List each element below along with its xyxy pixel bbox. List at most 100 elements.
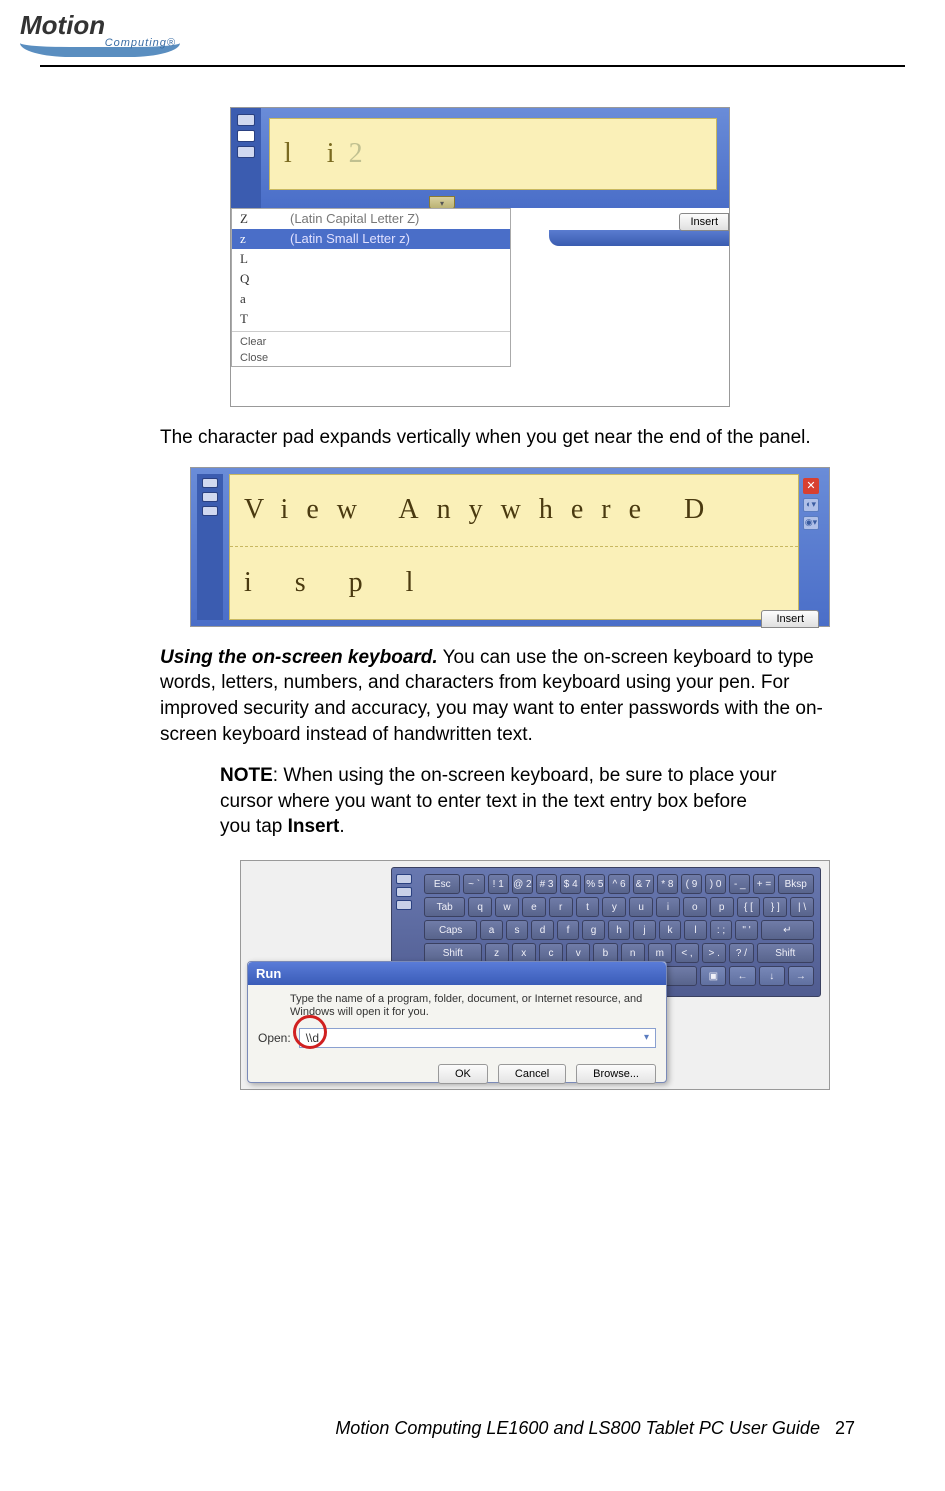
key[interactable]: - _ bbox=[729, 874, 750, 894]
key[interactable]: z bbox=[485, 943, 509, 963]
cancel-button[interactable]: Cancel bbox=[498, 1064, 566, 1084]
annotation-circle-icon bbox=[293, 1015, 327, 1049]
key[interactable]: n bbox=[621, 943, 645, 963]
tip-tab-writing-icon[interactable] bbox=[396, 874, 412, 884]
key[interactable]: & 7 bbox=[633, 874, 654, 894]
key[interactable]: y bbox=[602, 897, 626, 917]
key-tab[interactable]: Tab bbox=[424, 897, 465, 917]
options-icon[interactable]: ◐▾ bbox=[803, 498, 819, 512]
key[interactable]: t bbox=[576, 897, 600, 917]
key[interactable]: @ 2 bbox=[512, 874, 533, 894]
character-pad[interactable]: l i 2 bbox=[269, 118, 717, 190]
list-item[interactable]: a bbox=[232, 289, 510, 309]
key-right-icon[interactable]: → bbox=[788, 966, 814, 986]
key[interactable]: k bbox=[659, 920, 682, 940]
key[interactable]: f bbox=[557, 920, 580, 940]
key[interactable]: " ' bbox=[735, 920, 758, 940]
key[interactable]: b bbox=[593, 943, 617, 963]
key[interactable]: ^ 6 bbox=[608, 874, 629, 894]
key[interactable]: > . bbox=[702, 943, 726, 963]
key-bksp[interactable]: Bksp bbox=[778, 874, 814, 894]
key[interactable]: ~ ` bbox=[463, 874, 484, 894]
key-down-icon[interactable]: ↓ bbox=[759, 966, 785, 986]
browse-button[interactable]: Browse... bbox=[576, 1064, 656, 1084]
key-row-3: Caps a s d f g h j k l : ; " ' ↵ bbox=[424, 920, 814, 940]
close-icon[interactable]: ✕ bbox=[803, 478, 819, 494]
key[interactable]: $ 4 bbox=[560, 874, 581, 894]
list-item[interactable]: L bbox=[232, 249, 510, 269]
insert-button[interactable]: Insert bbox=[761, 610, 819, 628]
char-pad-text: l i bbox=[284, 138, 349, 170]
tip-side-controls: ✕ ◐▾ ◉▾ bbox=[799, 474, 823, 620]
tip-tab-keyboard-icon[interactable] bbox=[396, 900, 412, 910]
open-input[interactable]: \\d ▾ bbox=[299, 1028, 656, 1048]
clear-action[interactable]: Clear bbox=[232, 334, 510, 350]
page-footer: Motion Computing LE1600 and LS800 Tablet… bbox=[335, 1418, 855, 1439]
ok-button[interactable]: OK bbox=[438, 1064, 488, 1084]
key[interactable]: h bbox=[608, 920, 631, 940]
key[interactable]: e bbox=[522, 897, 546, 917]
key[interactable]: d bbox=[531, 920, 554, 940]
note-label: NOTE bbox=[220, 765, 273, 786]
list-item[interactable]: z (Latin Small Letter z) bbox=[232, 229, 510, 249]
figure-char-pad-expanded: View Anywhere D i s p l ✕ ◐▾ ◉▾ Insert bbox=[190, 467, 830, 627]
key-esc[interactable]: Esc bbox=[424, 874, 460, 894]
key[interactable]: * 8 bbox=[657, 874, 678, 894]
tip-tab-char-icon[interactable] bbox=[202, 492, 218, 502]
key-caps[interactable]: Caps bbox=[424, 920, 477, 940]
key[interactable]: u bbox=[629, 897, 653, 917]
tip-chrome-corner bbox=[549, 230, 729, 246]
key-left-icon[interactable]: ← bbox=[729, 966, 755, 986]
key-shift[interactable]: Shift bbox=[424, 943, 482, 963]
key[interactable]: w bbox=[495, 897, 519, 917]
key-shift[interactable]: Shift bbox=[757, 943, 815, 963]
footer-text: Motion Computing LE1600 and LS800 Tablet… bbox=[335, 1418, 820, 1438]
insert-button[interactable]: Insert bbox=[679, 213, 729, 231]
key[interactable]: % 5 bbox=[584, 874, 605, 894]
key[interactable]: # 3 bbox=[536, 874, 557, 894]
character-suggestions: Z (Latin Capital Letter Z) z (Latin Smal… bbox=[231, 208, 511, 367]
key[interactable]: v bbox=[566, 943, 590, 963]
chevron-down-icon[interactable]: ▾ bbox=[644, 1032, 649, 1043]
key-enter[interactable]: ↵ bbox=[761, 920, 814, 940]
list-item[interactable]: Q bbox=[232, 269, 510, 289]
key[interactable]: + = bbox=[753, 874, 774, 894]
key[interactable]: ( 9 bbox=[681, 874, 702, 894]
key[interactable]: o bbox=[683, 897, 707, 917]
tip-tab-keyboard-icon[interactable] bbox=[237, 146, 255, 158]
character-pad[interactable]: View Anywhere D i s p l bbox=[229, 474, 799, 620]
close-action[interactable]: Close bbox=[232, 350, 510, 366]
key[interactable]: ! 1 bbox=[488, 874, 509, 894]
key[interactable]: p bbox=[710, 897, 734, 917]
key[interactable]: r bbox=[549, 897, 573, 917]
key[interactable]: ? / bbox=[729, 943, 753, 963]
tip-tab-writing-icon[interactable] bbox=[237, 114, 255, 126]
key[interactable]: | \ bbox=[790, 897, 814, 917]
key[interactable]: s bbox=[506, 920, 529, 940]
key-menu-icon[interactable]: ▣ bbox=[700, 966, 726, 986]
tip-tab-char-icon[interactable] bbox=[237, 130, 255, 142]
key[interactable]: m bbox=[648, 943, 672, 963]
key[interactable]: ) 0 bbox=[705, 874, 726, 894]
key[interactable]: c bbox=[539, 943, 563, 963]
key[interactable]: x bbox=[512, 943, 536, 963]
key[interactable]: a bbox=[480, 920, 503, 940]
run-description: Type the name of a program, folder, docu… bbox=[290, 993, 656, 1019]
key[interactable]: : ; bbox=[710, 920, 733, 940]
char-pad-suggestion: 2 bbox=[349, 138, 377, 170]
key[interactable]: } ] bbox=[763, 897, 787, 917]
key[interactable]: j bbox=[633, 920, 656, 940]
tip-tab-char-icon[interactable] bbox=[396, 887, 412, 897]
key[interactable]: g bbox=[582, 920, 605, 940]
key[interactable]: i bbox=[656, 897, 680, 917]
key[interactable]: q bbox=[468, 897, 492, 917]
key[interactable]: < , bbox=[675, 943, 699, 963]
list-item[interactable]: Z (Latin Capital Letter Z) bbox=[232, 209, 510, 229]
key[interactable]: { [ bbox=[737, 897, 761, 917]
char-glyph: Q bbox=[240, 271, 290, 287]
list-item[interactable]: T bbox=[232, 309, 510, 329]
help-icon[interactable]: ◉▾ bbox=[803, 516, 819, 530]
tip-tab-keyboard-icon[interactable] bbox=[202, 506, 218, 516]
tip-tab-writing-icon[interactable] bbox=[202, 478, 218, 488]
key[interactable]: l bbox=[684, 920, 707, 940]
